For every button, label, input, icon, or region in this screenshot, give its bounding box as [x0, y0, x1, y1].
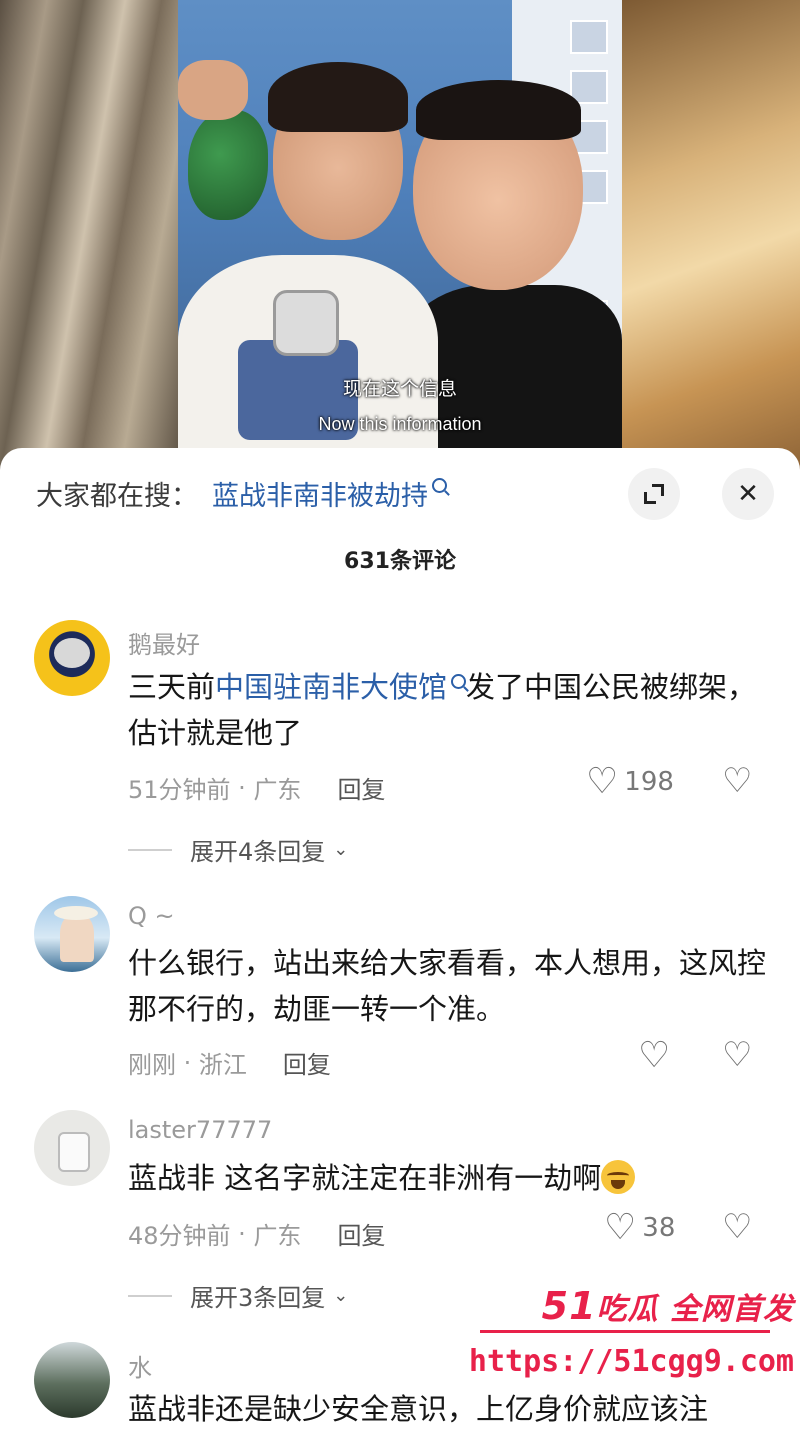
comment-meta: 48分钟前 · 广东 回复 — [128, 1216, 385, 1251]
like-button[interactable]: ♡ — [638, 1038, 670, 1074]
comment-username[interactable]: Q ~ — [128, 902, 175, 930]
comment-link[interactable]: 中国驻南非大使馆 — [215, 670, 447, 704]
heart-icon: ♡ — [604, 1207, 637, 1248]
watermark-url: https://51cgg9.com — [468, 1344, 794, 1379]
broken-heart-icon[interactable]: ♡ — [722, 1038, 752, 1072]
heart-icon: ♡ — [586, 761, 619, 802]
broken-heart-icon[interactable]: ♡ — [722, 764, 752, 798]
comment-meta: 刚刚 · 浙江 回复 — [128, 1045, 331, 1080]
expand-replies-button[interactable]: 展开3条回复 ⌄ — [128, 1278, 348, 1313]
trending-search: 大家都在搜： 蓝战非南非被劫持 — [36, 474, 447, 513]
search-icon — [432, 478, 447, 493]
close-icon: ✕ — [737, 479, 759, 509]
trending-search-label: 大家都在搜： — [36, 481, 198, 512]
subtitle-chinese: 现在这个信息 — [342, 378, 457, 400]
video-player[interactable]: 现在这个信息 Now this information — [0, 0, 800, 470]
avatar[interactable] — [34, 1342, 110, 1418]
comment-username[interactable]: 水 — [128, 1348, 152, 1383]
avatar[interactable] — [34, 620, 110, 696]
like-count: 38 — [642, 1213, 676, 1243]
like-count: 198 — [624, 767, 674, 797]
comment-location: 浙江 — [198, 1051, 247, 1079]
avatar[interactable] — [34, 1110, 110, 1186]
comment-text: 蓝战非 这名字就注定在非洲有一劫啊 — [128, 1155, 768, 1201]
comment-text: 蓝战非还是缺少安全意识，上亿身价就应该注 — [128, 1392, 709, 1426]
expand-icon — [644, 484, 664, 504]
chevron-down-icon: ⌄ — [333, 839, 349, 860]
comment-meta: 51分钟前 · 广东 回复 — [128, 770, 385, 805]
watermark-brand: 51吃瓜 全网首发 — [541, 1284, 794, 1328]
comment-text: 什么银行，站出来给大家看看，本人想用，这风控那不行的，劫匪一转一个准。 — [128, 946, 767, 1026]
comment-username[interactable]: laster77777 — [128, 1116, 272, 1144]
like-button[interactable]: ♡ 38 — [604, 1210, 675, 1246]
comment-location: 广东 — [253, 1222, 302, 1250]
chevron-down-icon: ⌄ — [333, 1285, 349, 1306]
close-button[interactable]: ✕ — [722, 468, 774, 520]
comment-text: 三天前中国驻南非大使馆 发了中国公民被绑架，估计就是他了 — [128, 670, 757, 750]
heart-icon: ♡ — [638, 1035, 671, 1076]
trending-search-link[interactable]: 蓝战非南非被劫持 — [212, 474, 428, 513]
reply-button[interactable]: 回复 — [283, 1045, 331, 1080]
broken-heart-icon[interactable]: ♡ — [722, 1210, 752, 1244]
comment-time: 51分钟前 — [128, 776, 231, 804]
avatar[interactable] — [34, 896, 110, 972]
like-button[interactable]: ♡ 198 — [586, 764, 674, 800]
subtitle-english: Now this information — [318, 414, 482, 434]
camera-icon — [273, 290, 339, 356]
comment-count: 631条评论 — [344, 549, 456, 574]
expand-button[interactable] — [628, 468, 680, 520]
comment-username[interactable]: 鹅最好 — [128, 625, 200, 660]
crying-emoji-icon — [601, 1160, 636, 1194]
comment-time: 刚刚 — [128, 1051, 176, 1079]
search-icon — [451, 674, 467, 689]
comment-location: 广东 — [253, 776, 302, 804]
reply-button[interactable]: 回复 — [337, 1216, 385, 1251]
expand-replies-button[interactable]: 展开4条回复 ⌄ — [128, 832, 348, 867]
comment-time: 48分钟前 — [128, 1222, 231, 1250]
reply-button[interactable]: 回复 — [337, 770, 385, 805]
